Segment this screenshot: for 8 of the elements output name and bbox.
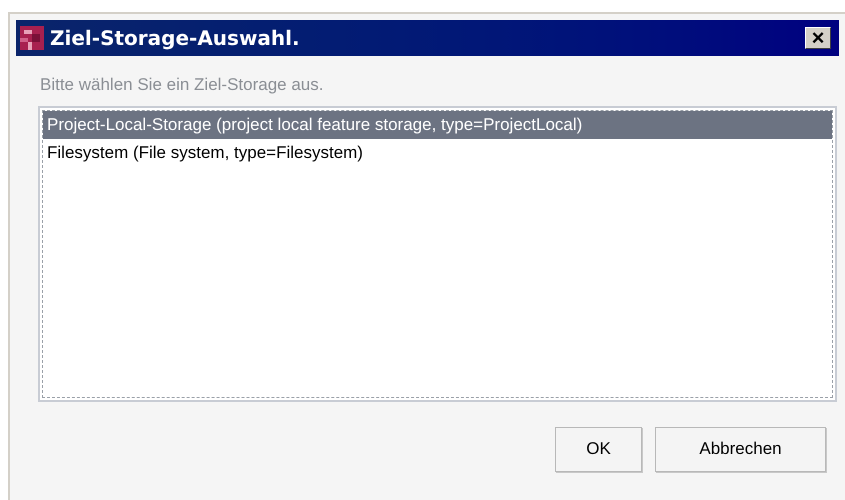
app-icon xyxy=(20,26,44,50)
prompt-text: Bitte wählen Sie ein Ziel-Storage aus. xyxy=(40,74,324,96)
window-title: Ziel-Storage-Auswahl. xyxy=(50,25,301,52)
list-item[interactable]: Filesystem (File system, type=Filesystem) xyxy=(43,138,832,166)
cancel-button[interactable]: Abbrechen xyxy=(655,426,826,472)
close-button[interactable]: × xyxy=(805,27,831,49)
list-item[interactable]: Project-Local-Storage (project local feature storage, type=ProjectLocal) xyxy=(43,110,832,138)
ok-button[interactable]: OK xyxy=(555,426,642,472)
